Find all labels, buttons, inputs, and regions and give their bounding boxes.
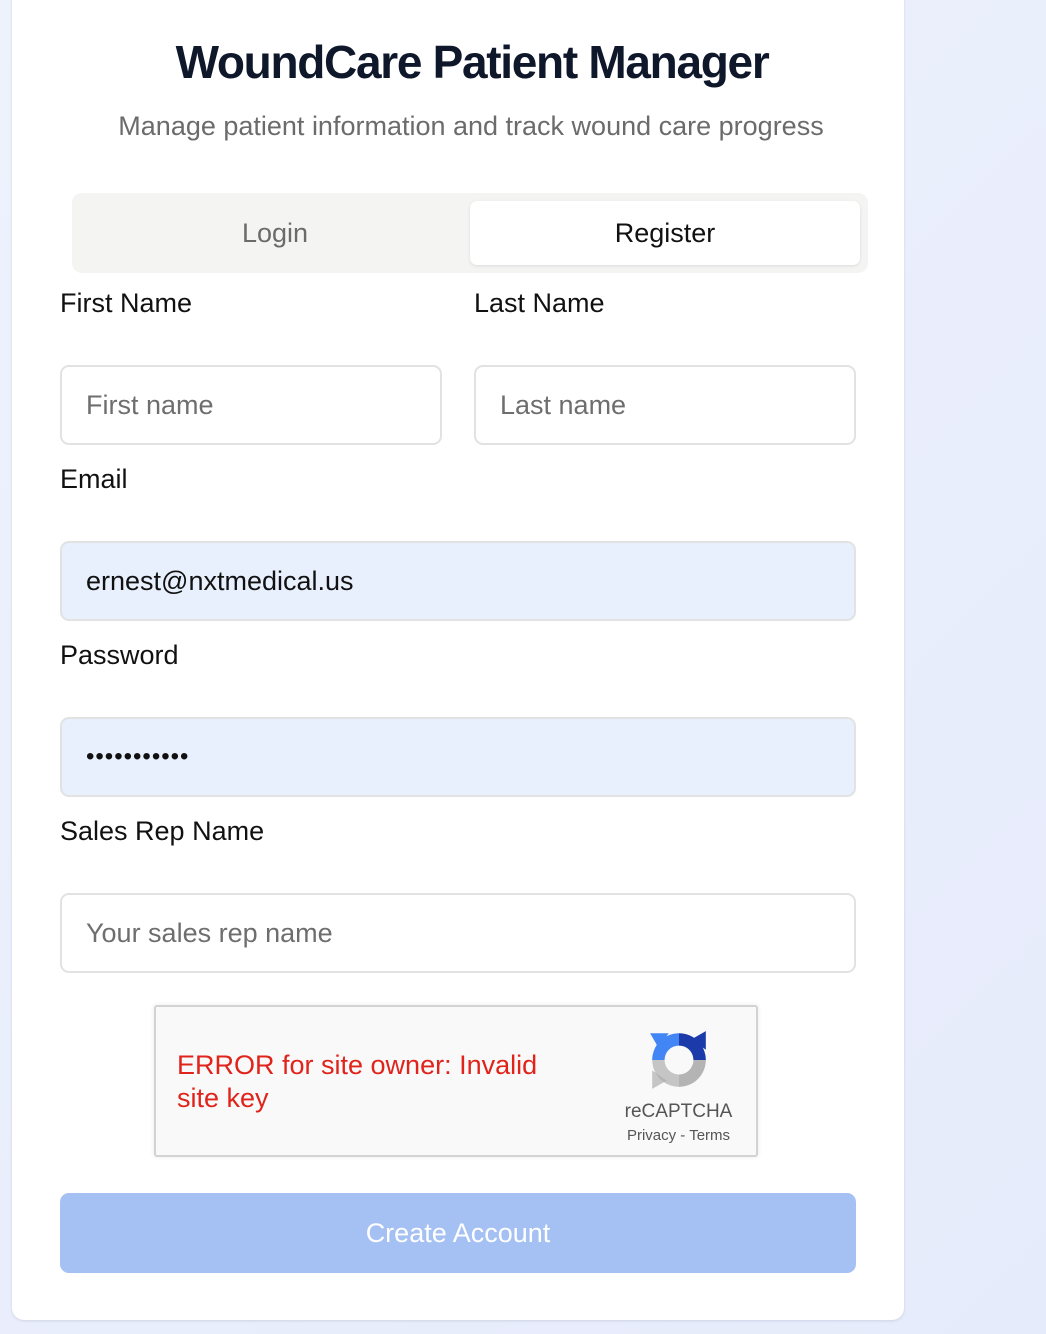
page-title: WoundCare Patient Manager <box>175 36 770 88</box>
tab-login[interactable]: Login <box>80 201 470 265</box>
password-input[interactable] <box>60 717 856 797</box>
first-name-label: First Name <box>60 288 193 318</box>
first-name-input[interactable] <box>60 365 442 445</box>
recaptcha-privacy-link[interactable]: Privacy <box>627 1127 676 1144</box>
recaptcha-logo-icon <box>650 1031 706 1089</box>
email-input[interactable] <box>60 541 856 621</box>
auth-tabs: Login Register <box>72 193 868 273</box>
recaptcha-error-message: ERROR for site owner: Invalid site key <box>177 1050 538 1113</box>
sales-rep-label: Sales Rep Name <box>60 816 265 846</box>
recaptcha-widget[interactable]: ERROR for site owner: Invalid site key r… <box>154 1005 758 1157</box>
recaptcha-terms-link[interactable]: Terms <box>689 1127 730 1144</box>
create-account-button[interactable]: Create Account <box>60 1193 856 1273</box>
tab-register[interactable]: Register <box>470 201 860 265</box>
last-name-label: Last Name <box>474 288 605 318</box>
last-name-input[interactable] <box>474 365 856 445</box>
password-label: Password <box>60 640 179 670</box>
recaptcha-link-separator: - <box>680 1127 686 1144</box>
sales-rep-input[interactable] <box>60 893 856 973</box>
page-subtitle: Manage patient information and track wou… <box>118 111 824 141</box>
recaptcha-links: Privacy - Terms <box>596 1126 761 1146</box>
email-label: Email <box>60 464 128 494</box>
recaptcha-brand: reCAPTCHA <box>624 1101 733 1122</box>
